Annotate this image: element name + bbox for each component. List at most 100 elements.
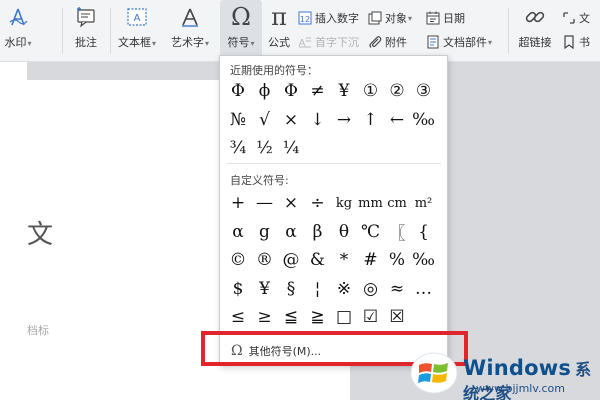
cross-reference-icon [562, 11, 576, 25]
symbol-cell[interactable]: ¥ [331, 78, 357, 104]
annotate-icon [75, 0, 97, 34]
symbol-cell[interactable]: ↓ [305, 107, 331, 133]
date-button[interactable]: 日期 [426, 9, 465, 27]
drop-cap-button[interactable]: A 首字下沉 [298, 33, 359, 51]
symbol-cell[interactable]: Φ [278, 78, 304, 104]
symbol-cell[interactable]: № [225, 107, 251, 133]
symbol-cell[interactable]: ≧ [305, 304, 331, 330]
symbol-cell[interactable]: cm [384, 190, 410, 216]
symbol-cell[interactable]: m² [411, 190, 437, 216]
svg-text:12: 12 [300, 15, 310, 24]
symbol-cell[interactable]: ① [358, 78, 384, 104]
symbol-cell[interactable]: @ [278, 247, 304, 273]
symbol-cell[interactable]: ☑ [358, 304, 384, 330]
symbol-cell[interactable]: — [252, 190, 278, 216]
symbol-cell[interactable]: ® [252, 247, 278, 273]
symbol-cell[interactable]: ¦ [305, 276, 331, 302]
document-heading-fragment: 文 [27, 220, 54, 250]
symbol-cell[interactable]: { [411, 219, 437, 245]
symbol-cell[interactable]: ≤ [225, 304, 251, 330]
symbol-cell[interactable]: ② [384, 78, 410, 104]
textbox-button[interactable]: A 文本框▾ [114, 0, 160, 60]
symbol-cell[interactable]: □ [331, 304, 357, 330]
symbol-cell[interactable]: + [225, 190, 251, 216]
symbol-cell[interactable]: ϕ [252, 78, 278, 104]
symbol-cell[interactable]: ③ [411, 78, 437, 104]
textbox-label: 文本框 [117, 36, 151, 49]
caret-down-icon: ▾ [27, 39, 32, 48]
symbol-cell[interactable]: ℃ [358, 219, 384, 245]
symbol-cell[interactable]: β [305, 219, 331, 245]
symbol-cell[interactable]: × [278, 190, 304, 216]
symbol-label: 符号 [227, 36, 250, 49]
hyperlink-button[interactable]: 超链接 [514, 0, 556, 60]
insert-number-button[interactable]: 12 插入数字 [298, 9, 359, 27]
symbol-cell[interactable]: 〖 [384, 219, 410, 245]
insert-number-icon: 12 [298, 11, 312, 25]
symbol-cell[interactable]: ÷ [305, 190, 331, 216]
symbol-button[interactable]: Ω 符号▾ [220, 0, 262, 60]
object-icon [368, 11, 382, 25]
formula-button[interactable]: π 公式 [264, 0, 294, 60]
watermark-url: www.bjjmlv.com [476, 382, 565, 395]
symbol-cell[interactable]: ¥ [252, 276, 278, 302]
symbol-cell[interactable]: g [252, 219, 278, 245]
date-label: 日期 [443, 12, 465, 25]
symbol-cell[interactable]: θ [331, 219, 357, 245]
caret-down-icon: ▾ [488, 37, 493, 47]
ribbon-separator [62, 8, 63, 54]
symbol-cell[interactable]: ← [384, 107, 410, 133]
bookmark-button[interactable]: 书 [562, 33, 590, 51]
symbol-cell[interactable]: % [384, 247, 410, 273]
windows-logo-icon [410, 352, 458, 399]
attachment-button[interactable]: 附件 [368, 33, 407, 51]
symbol-cell[interactable]: ≥ [252, 304, 278, 330]
object-label: 对象 [385, 12, 407, 25]
watermark-button[interactable]: 水印▾ [0, 0, 44, 60]
insert-ribbon: 水印▾ 批注 A 文本框▾ 艺术字▾ Ω 符号▾ π 公式 12 插入数字 A … [0, 0, 600, 62]
symbol-cell[interactable]: → [331, 107, 357, 133]
symbol-cell[interactable]: × [278, 107, 304, 133]
watermark-title-text: Windows [463, 356, 572, 380]
symbol-cell[interactable]: Φ [225, 78, 251, 104]
symbol-cell[interactable]: α [225, 219, 251, 245]
object-button[interactable]: 对象 ▾ [368, 9, 412, 27]
symbol-cell[interactable]: § [278, 276, 304, 302]
symbol-cell[interactable]: ≈ [384, 276, 410, 302]
symbol-cell[interactable]: √ [252, 107, 278, 133]
symbol-cell[interactable]: # [358, 247, 384, 273]
custom-symbols-title: 自定义符号: [230, 174, 289, 187]
symbol-cell[interactable]: ≦ [278, 304, 304, 330]
symbol-cell[interactable]: * [331, 247, 357, 273]
symbol-cell[interactable]: & [305, 247, 331, 273]
symbol-cell[interactable]: ½ [252, 135, 278, 161]
symbol-cell[interactable]: $ [225, 276, 251, 302]
pi-icon: π [271, 3, 287, 31]
symbol-cell[interactable]: ☒ [384, 304, 410, 330]
symbol-cell[interactable]: ‰ [411, 107, 437, 133]
symbol-cell[interactable]: ¾ [225, 135, 251, 161]
symbol-cell[interactable]: ※ [331, 276, 357, 302]
annotate-button[interactable]: 批注 [68, 0, 104, 60]
symbol-cell[interactable]: ↑ [358, 107, 384, 133]
symbol-cell[interactable]: © [225, 247, 251, 273]
symbol-cell[interactable]: … [411, 276, 437, 302]
wordart-button[interactable]: 艺术字▾ [166, 0, 214, 60]
symbol-cell[interactable]: mm [358, 190, 384, 216]
symbol-cell[interactable]: ◎ [358, 276, 384, 302]
symbol-cell[interactable]: ¼ [278, 135, 304, 161]
bookmark-label-fragment: 书 [579, 36, 590, 49]
cross-reference-button[interactable]: 文 [562, 9, 590, 27]
symbol-cell[interactable]: α [278, 219, 304, 245]
document-parts-button[interactable]: 文档部件 ▾ [426, 33, 492, 51]
document-parts-icon [426, 35, 440, 49]
symbol-cell[interactable]: kg [331, 190, 357, 216]
symbol-cell[interactable]: ‰ [411, 247, 437, 273]
calendar-icon [426, 11, 440, 25]
symbol-cell[interactable]: ≠ [305, 78, 331, 104]
ribbon-separator [110, 8, 111, 54]
drop-cap-label: 首字下沉 [315, 36, 359, 49]
wordart-label: 艺术字 [170, 36, 204, 49]
annotate-label: 批注 [75, 36, 97, 49]
link-icon [524, 0, 546, 34]
